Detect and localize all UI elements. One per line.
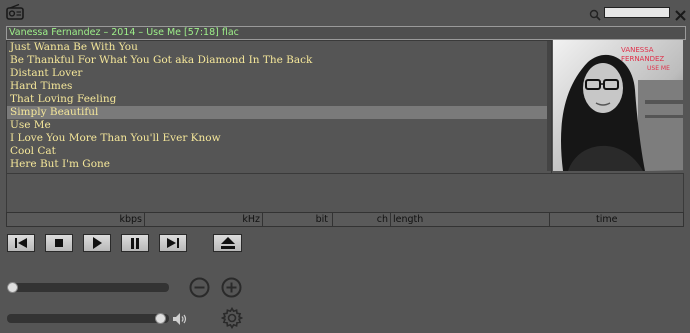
stop-button[interactable] bbox=[45, 234, 73, 252]
skip-previous-icon bbox=[15, 238, 27, 248]
close-icon[interactable] bbox=[675, 6, 686, 21]
settings-button[interactable] bbox=[220, 306, 244, 333]
playlist-track[interactable]: I Love You More Than You'll Ever Know bbox=[7, 132, 551, 145]
previous-button[interactable] bbox=[7, 234, 35, 252]
zoom-out-button[interactable] bbox=[189, 277, 210, 302]
pause-button[interactable] bbox=[121, 234, 149, 252]
playlist-track[interactable]: Be Thankful For What You Got aka Diamond… bbox=[7, 54, 551, 67]
bit-label: bit bbox=[315, 214, 328, 225]
khz-cell: kHz bbox=[145, 213, 263, 226]
radio-icon[interactable] bbox=[6, 3, 24, 20]
time-cell: time bbox=[550, 213, 682, 226]
search-icon[interactable] bbox=[589, 6, 601, 21]
gear-icon bbox=[220, 306, 244, 330]
length-label: length bbox=[393, 214, 424, 225]
playlist-track[interactable]: Just Wanna Be With You bbox=[7, 41, 551, 54]
album-cover: VANESSA FERNANDEZ USE ME bbox=[553, 40, 683, 171]
ch-label: ch bbox=[376, 214, 388, 225]
eject-button[interactable] bbox=[213, 234, 242, 252]
playlist-track[interactable]: Here But I'm Gone bbox=[7, 158, 551, 171]
playlist-track[interactable]: Cool Cat bbox=[7, 145, 551, 158]
info-panel bbox=[6, 173, 684, 213]
minus-circle-icon bbox=[189, 277, 210, 298]
skip-next-icon bbox=[167, 238, 179, 248]
bit-cell: bit bbox=[263, 213, 333, 226]
pause-icon bbox=[131, 237, 139, 249]
album-artist-text: VANESSA bbox=[621, 46, 654, 54]
playlist-track[interactable]: That Loving Feeling bbox=[7, 93, 551, 106]
playlist-track[interactable]: Distant Lover bbox=[7, 67, 551, 80]
now-playing-bar: Vanessa Fernandez – 2014 – Use Me [57:18… bbox=[6, 26, 686, 40]
search-input[interactable] bbox=[604, 7, 670, 18]
volume-slider-knob[interactable] bbox=[154, 313, 166, 324]
playlist-scrollbar[interactable] bbox=[547, 41, 551, 171]
khz-label: kHz bbox=[242, 214, 260, 225]
play-icon bbox=[93, 237, 102, 249]
play-button[interactable] bbox=[83, 234, 111, 252]
album-title-text: USE ME bbox=[647, 65, 670, 72]
eject-icon bbox=[220, 237, 235, 249]
status-line: kbps kHz bit ch length time bbox=[6, 212, 684, 227]
playlist[interactable]: Just Wanna Be With You Be Thankful For Wh… bbox=[6, 40, 552, 174]
speaker-icon[interactable] bbox=[172, 311, 188, 330]
playlist-track[interactable]: Use Me bbox=[7, 119, 551, 132]
plus-circle-icon bbox=[221, 277, 242, 298]
album-artist-text-2: FERNANDEZ bbox=[621, 55, 664, 63]
position-slider-knob[interactable] bbox=[7, 282, 18, 293]
length-cell: length bbox=[391, 213, 550, 226]
volume-slider[interactable] bbox=[7, 314, 169, 323]
stop-icon bbox=[55, 239, 63, 247]
playlist-track[interactable]: Hard Times bbox=[7, 80, 551, 93]
kbps-cell: kbps bbox=[7, 213, 145, 226]
kbps-label: kbps bbox=[119, 214, 142, 225]
time-label: time bbox=[596, 214, 618, 225]
position-slider[interactable] bbox=[7, 283, 169, 292]
zoom-in-button[interactable] bbox=[221, 277, 242, 302]
playlist-track[interactable]: Simply Beautiful bbox=[7, 106, 551, 119]
ch-cell: ch bbox=[333, 213, 391, 226]
next-button[interactable] bbox=[159, 234, 187, 252]
